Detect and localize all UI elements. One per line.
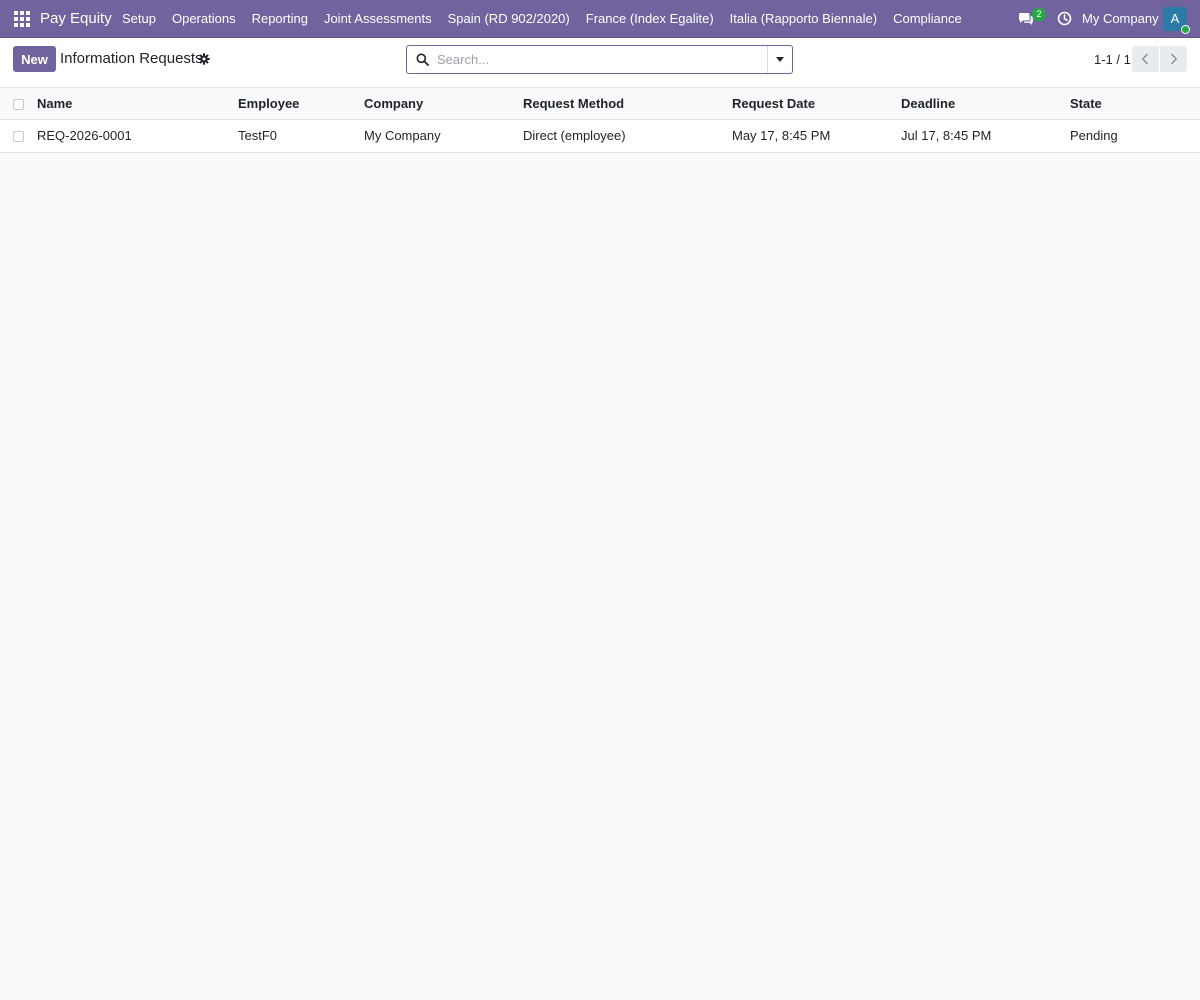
menu-item-operations[interactable]: Operations [164,0,244,38]
cell-employee[interactable]: TestF0 [238,119,364,152]
menu-item-spain[interactable]: Spain (RD 902/2020) [440,0,578,38]
app-grid-icon[interactable] [14,11,30,27]
pager-next-button[interactable] [1160,46,1187,72]
column-header-company[interactable]: Company [364,88,523,119]
chevron-left-icon [1141,53,1149,65]
cell-request-date[interactable]: May 17, 8:45 PM [732,119,901,152]
messages-count-badge: 2 [1032,8,1046,21]
user-avatar[interactable]: A [1163,7,1190,34]
menu-item-compliance[interactable]: Compliance [885,0,970,38]
column-header-state[interactable]: State [1070,88,1200,119]
menu-item-france[interactable]: France (Index Egalite) [578,0,722,38]
menu-item-italia[interactable]: Italia (Rapporto Biennale) [722,0,885,38]
avatar-initial: A [1170,11,1180,26]
chevron-right-icon [1170,53,1178,65]
column-header-deadline[interactable]: Deadline [901,88,1070,119]
search-icon [416,53,429,66]
row-select-cell [0,119,37,152]
new-button[interactable]: New [13,46,56,72]
records-table: Name Employee Company Request Method Req… [0,88,1200,153]
column-header-request-method[interactable]: Request Method [523,88,732,119]
search-box [406,45,793,74]
table-row[interactable]: REQ-2026-0001 TestF0 My Company Direct (… [0,119,1200,152]
cell-state[interactable]: Pending [1070,119,1200,152]
table-header-row: Name Employee Company Request Method Req… [0,88,1200,119]
select-all-checkbox[interactable] [13,98,24,110]
menu-item-reporting[interactable]: Reporting [244,0,316,38]
control-panel: New Information Requests Search... 1-1 /… [0,38,1200,88]
cell-name[interactable]: REQ-2026-0001 [37,119,238,152]
caret-down-icon [776,57,784,62]
cell-request-method[interactable]: Direct (employee) [523,119,732,152]
page-title[interactable]: Information Requests [60,50,203,67]
main-menu: Setup Operations Reporting Joint Assessm… [114,0,970,38]
online-status-icon [1181,25,1190,34]
pager-previous-button[interactable] [1132,46,1159,72]
search-input[interactable] [437,50,767,69]
cell-deadline[interactable]: Jul 17, 8:45 PM [901,119,1070,152]
app-name[interactable]: Pay Equity [40,0,112,38]
company-switcher[interactable]: My Company [1082,0,1159,38]
column-header-request-date[interactable]: Request Date [732,88,901,119]
clock-icon[interactable] [1057,11,1072,26]
cell-company[interactable]: My Company [364,119,523,152]
pager-value[interactable]: 1-1 / 1 [1094,52,1131,67]
top-navbar: Pay Equity Setup Operations Reporting Jo… [0,0,1200,38]
menu-item-setup[interactable]: Setup [114,0,164,38]
search-options-toggle[interactable] [767,46,792,73]
gear-icon[interactable] [198,53,210,65]
select-all-cell [0,88,37,119]
column-header-employee[interactable]: Employee [238,88,364,119]
menu-item-joint-assessments[interactable]: Joint Assessments [316,0,440,38]
column-header-name[interactable]: Name [37,88,238,119]
row-checkbox[interactable] [13,131,24,143]
